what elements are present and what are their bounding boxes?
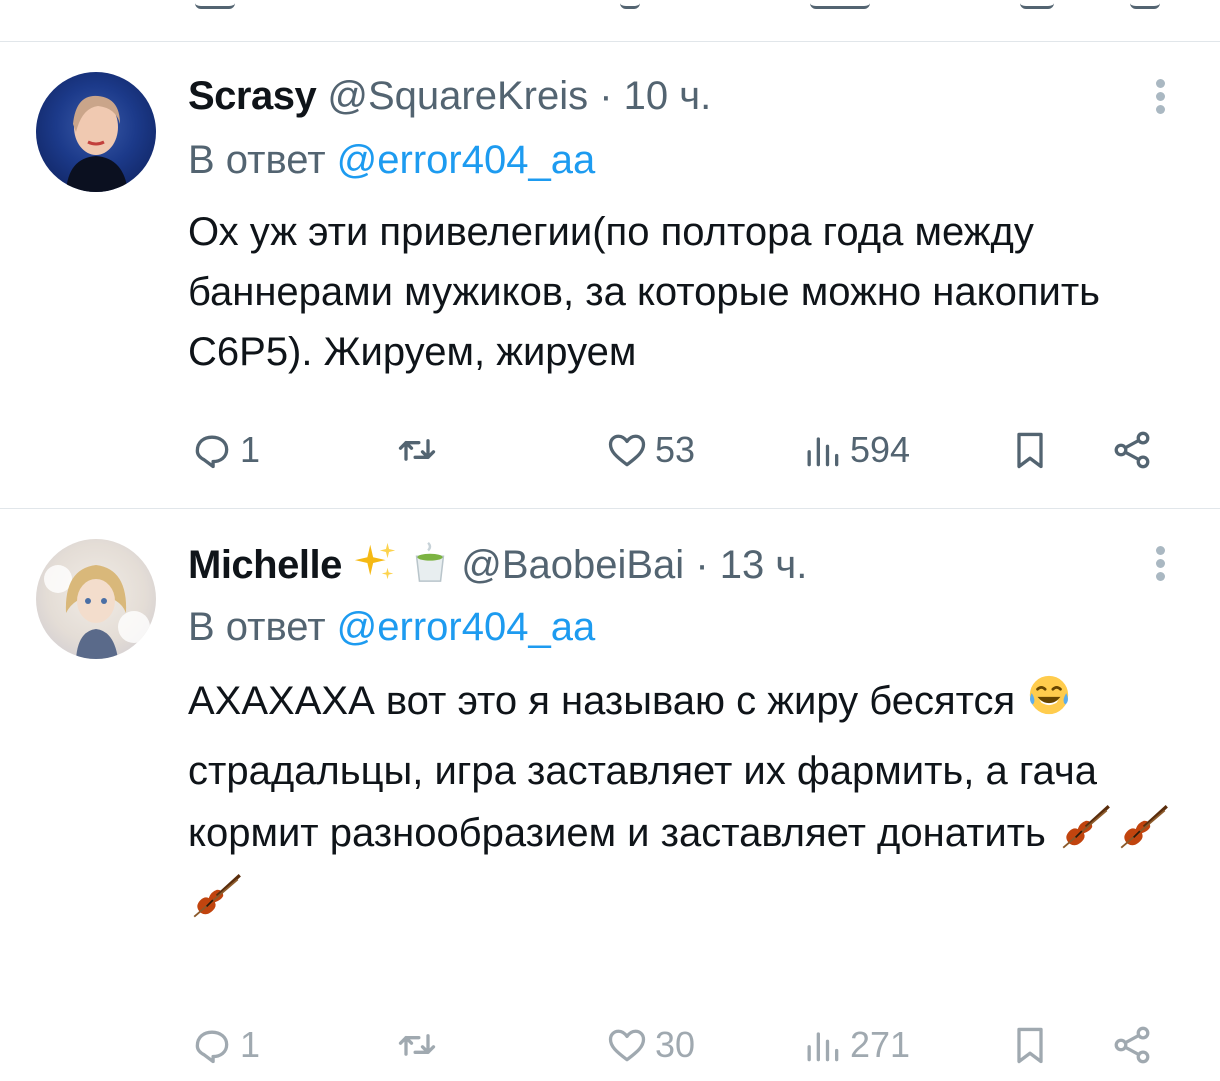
bookmark-icon	[1017, 432, 1043, 469]
share-icon	[1114, 431, 1150, 469]
retweet-button[interactable]	[395, 420, 439, 480]
view-count: 271	[850, 1024, 911, 1065]
tweet-text: Ох уж эти привелегии(по полтора года меж…	[188, 202, 1198, 382]
like-icon	[608, 434, 646, 467]
reply-count: 1	[240, 1024, 261, 1065]
action-bar: 1 53 594	[0, 420, 1220, 480]
views-button[interactable]: 594	[800, 420, 910, 480]
reply-mention[interactable]: @error404_aa	[337, 138, 596, 182]
more-icon[interactable]	[1150, 543, 1170, 587]
previous-tweet-actions-fragment	[0, 0, 1220, 40]
reply-prefix: В ответ	[188, 605, 326, 649]
reply-button[interactable]: 1	[190, 420, 260, 480]
retweet-button[interactable]	[395, 1015, 439, 1075]
retweet-icon	[398, 439, 436, 461]
share-icon	[1114, 1026, 1150, 1064]
tweet-header: Michelle @BaobeiBai · 13 ч.	[188, 539, 807, 596]
tweet[interactable]: Scrasy @SquareKreis · 10 ч. В ответ @err…	[0, 42, 1220, 508]
timestamp[interactable]: 13 ч.	[720, 543, 808, 587]
tweet-text-line-2: страдальцы, игра заставляет их фармить, …	[188, 748, 1098, 855]
tears-of-joy-emoji	[1026, 672, 1072, 735]
reply-icon	[195, 1030, 229, 1064]
separator: ·	[695, 543, 709, 588]
views-icon	[807, 1032, 839, 1062]
reply-count: 1	[240, 429, 261, 470]
share-button[interactable]	[1110, 1015, 1154, 1075]
like-count: 30	[655, 1024, 696, 1065]
tweet-text-body: Ох уж эти привелегии(по полтора года меж…	[188, 210, 1100, 374]
tweet-text: АХАХАХА вот это я называю с жиру бесятся…	[188, 671, 1198, 939]
bookmark-button[interactable]	[1008, 1015, 1052, 1075]
reply-mention[interactable]: @error404_aa	[337, 605, 596, 649]
reply-button[interactable]: 1	[190, 1015, 260, 1075]
more-icon[interactable]	[1150, 76, 1170, 120]
display-name[interactable]: Scrasy	[188, 74, 317, 118]
retweet-icon	[398, 1034, 436, 1056]
like-icon	[608, 1029, 646, 1062]
action-bar: 1 30 271	[0, 1015, 1220, 1075]
tweet[interactable]: Michelle @BaobeiBai · 13 ч. В ответ @err…	[0, 509, 1220, 1081]
avatar[interactable]	[36, 539, 156, 659]
reply-icon	[195, 435, 229, 469]
sparkles-emoji	[353, 539, 399, 596]
reply-context: В ответ @error404_aa	[188, 136, 595, 184]
timestamp[interactable]: 10 ч.	[624, 74, 712, 118]
display-name[interactable]: Michelle	[188, 543, 342, 587]
share-button[interactable]	[1110, 420, 1154, 480]
bookmark-button[interactable]	[1008, 420, 1052, 480]
violin-emoji	[1115, 801, 1173, 870]
views-button[interactable]: 271	[800, 1015, 910, 1075]
matcha-cup-emoji	[410, 539, 450, 596]
handle[interactable]: @BaobeiBai	[461, 543, 684, 587]
bookmark-icon	[1017, 1027, 1043, 1064]
reply-prefix: В ответ	[188, 138, 326, 182]
tweet-header: Scrasy @SquareKreis · 10 ч.	[188, 72, 711, 120]
avatar[interactable]	[36, 72, 156, 192]
view-count: 594	[850, 429, 911, 470]
like-button[interactable]: 53	[605, 420, 695, 480]
like-button[interactable]: 30	[605, 1015, 695, 1075]
reply-context: В ответ @error404_aa	[188, 603, 595, 651]
violin-emoji	[188, 870, 246, 939]
violin-emoji	[1057, 801, 1115, 870]
tweet-text-line-1: АХАХАХА вот это я называю с жиру бесятся	[188, 679, 1016, 723]
separator: ·	[599, 74, 613, 118]
handle[interactable]: @SquareKreis	[327, 74, 588, 118]
views-icon	[807, 437, 839, 467]
like-count: 53	[655, 429, 696, 470]
